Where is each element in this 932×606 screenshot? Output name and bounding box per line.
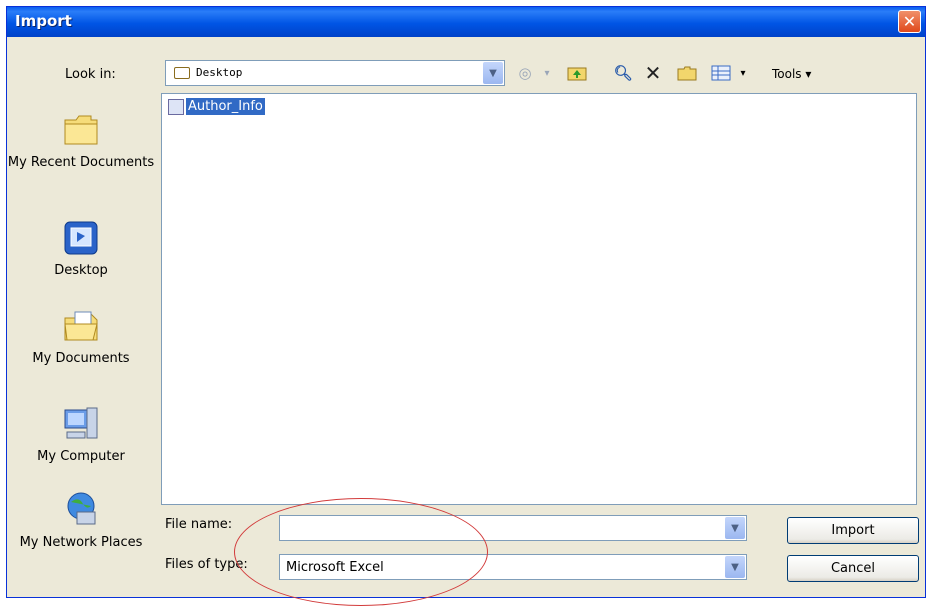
up-folder-icon[interactable]: [567, 63, 587, 83]
close-button[interactable]: ✕: [898, 10, 921, 33]
chevron-down-icon[interactable]: ▼: [725, 517, 745, 539]
folder-icon: [174, 67, 190, 79]
place-network-places[interactable]: My Network Places: [7, 490, 155, 552]
database-file-icon: [168, 98, 184, 115]
file-name-label: Author_Info: [186, 98, 265, 115]
views-dropdown-icon[interactable]: ▾: [733, 63, 753, 83]
close-icon: ✕: [902, 12, 917, 31]
place-label: My Computer: [37, 449, 125, 464]
desktop-icon: [61, 218, 101, 258]
file-list[interactable]: Author_Info: [161, 93, 917, 505]
network-places-icon: [61, 490, 101, 530]
tools-menu[interactable]: Tools ▾: [772, 67, 811, 81]
look-in-label: Look in:: [65, 67, 116, 82]
import-button[interactable]: Import: [787, 517, 919, 544]
cancel-button[interactable]: Cancel: [787, 555, 919, 582]
place-desktop[interactable]: Desktop: [7, 218, 155, 280]
place-label: Desktop: [54, 263, 108, 278]
place-my-computer[interactable]: My Computer: [7, 404, 155, 466]
place-label: My Documents: [32, 351, 130, 366]
my-documents-icon: [61, 306, 101, 346]
back-icon[interactable]: ◎: [515, 63, 535, 83]
list-item[interactable]: Author_Info: [168, 98, 265, 115]
look-in-dropdown[interactable]: Desktop ▼: [165, 60, 505, 86]
import-dialog: Import ✕ Look in: Desktop ▼ ◎ ▾ 🔍︎ ✕ ▾ T…: [6, 6, 926, 598]
place-recent-documents[interactable]: My Recent Documents: [7, 110, 155, 172]
search-web-icon[interactable]: 🔍︎: [613, 63, 633, 83]
delete-icon[interactable]: ✕: [643, 61, 663, 85]
annotation-ellipse: [234, 498, 488, 606]
my-computer-icon: [61, 404, 101, 444]
chevron-down-icon[interactable]: ▼: [725, 556, 745, 578]
window-title: Import: [15, 12, 72, 30]
new-folder-icon[interactable]: [677, 63, 697, 83]
folder-icon: [61, 110, 101, 150]
back-dropdown-icon[interactable]: ▾: [537, 63, 557, 83]
place-label: My Network Places: [19, 535, 143, 550]
title-bar[interactable]: Import ✕: [7, 7, 925, 37]
look-in-value: Desktop: [196, 66, 243, 79]
place-label: My Recent Documents: [7, 155, 155, 170]
views-icon[interactable]: [711, 63, 731, 83]
places-bar: My Recent Documents Desktop My Documents…: [7, 92, 155, 592]
chevron-down-icon[interactable]: ▼: [483, 62, 503, 84]
place-my-documents[interactable]: My Documents: [7, 306, 155, 368]
file-name-label: File name:: [165, 517, 233, 532]
